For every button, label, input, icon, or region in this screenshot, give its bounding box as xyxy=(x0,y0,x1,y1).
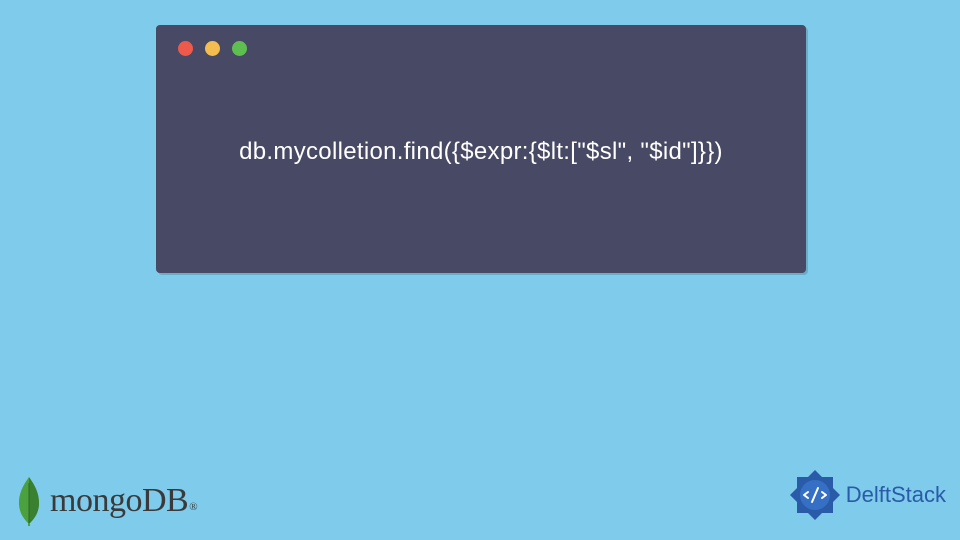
close-icon xyxy=(178,41,193,56)
code-text: db.mycolletion.find({$expr:{$lt:["$sl", … xyxy=(239,138,723,166)
mongodb-name: mongoDB xyxy=(50,482,188,519)
mongodb-text: mongoDB® xyxy=(50,482,196,520)
code-window: db.mycolletion.find({$expr:{$lt:["$sl", … xyxy=(156,25,806,273)
delftstack-logo: DelftStack xyxy=(788,468,946,522)
mongodb-leaf-icon xyxy=(16,475,42,527)
code-content: db.mycolletion.find({$expr:{$lt:["$sl", … xyxy=(156,72,806,232)
delftstack-text: DelftStack xyxy=(846,482,946,508)
window-controls xyxy=(156,25,806,72)
mongodb-logo: mongoDB® xyxy=(16,475,196,527)
minimize-icon xyxy=(205,41,220,56)
mongodb-trademark: ® xyxy=(189,501,197,513)
delftstack-badge-icon xyxy=(788,468,842,522)
maximize-icon xyxy=(232,41,247,56)
